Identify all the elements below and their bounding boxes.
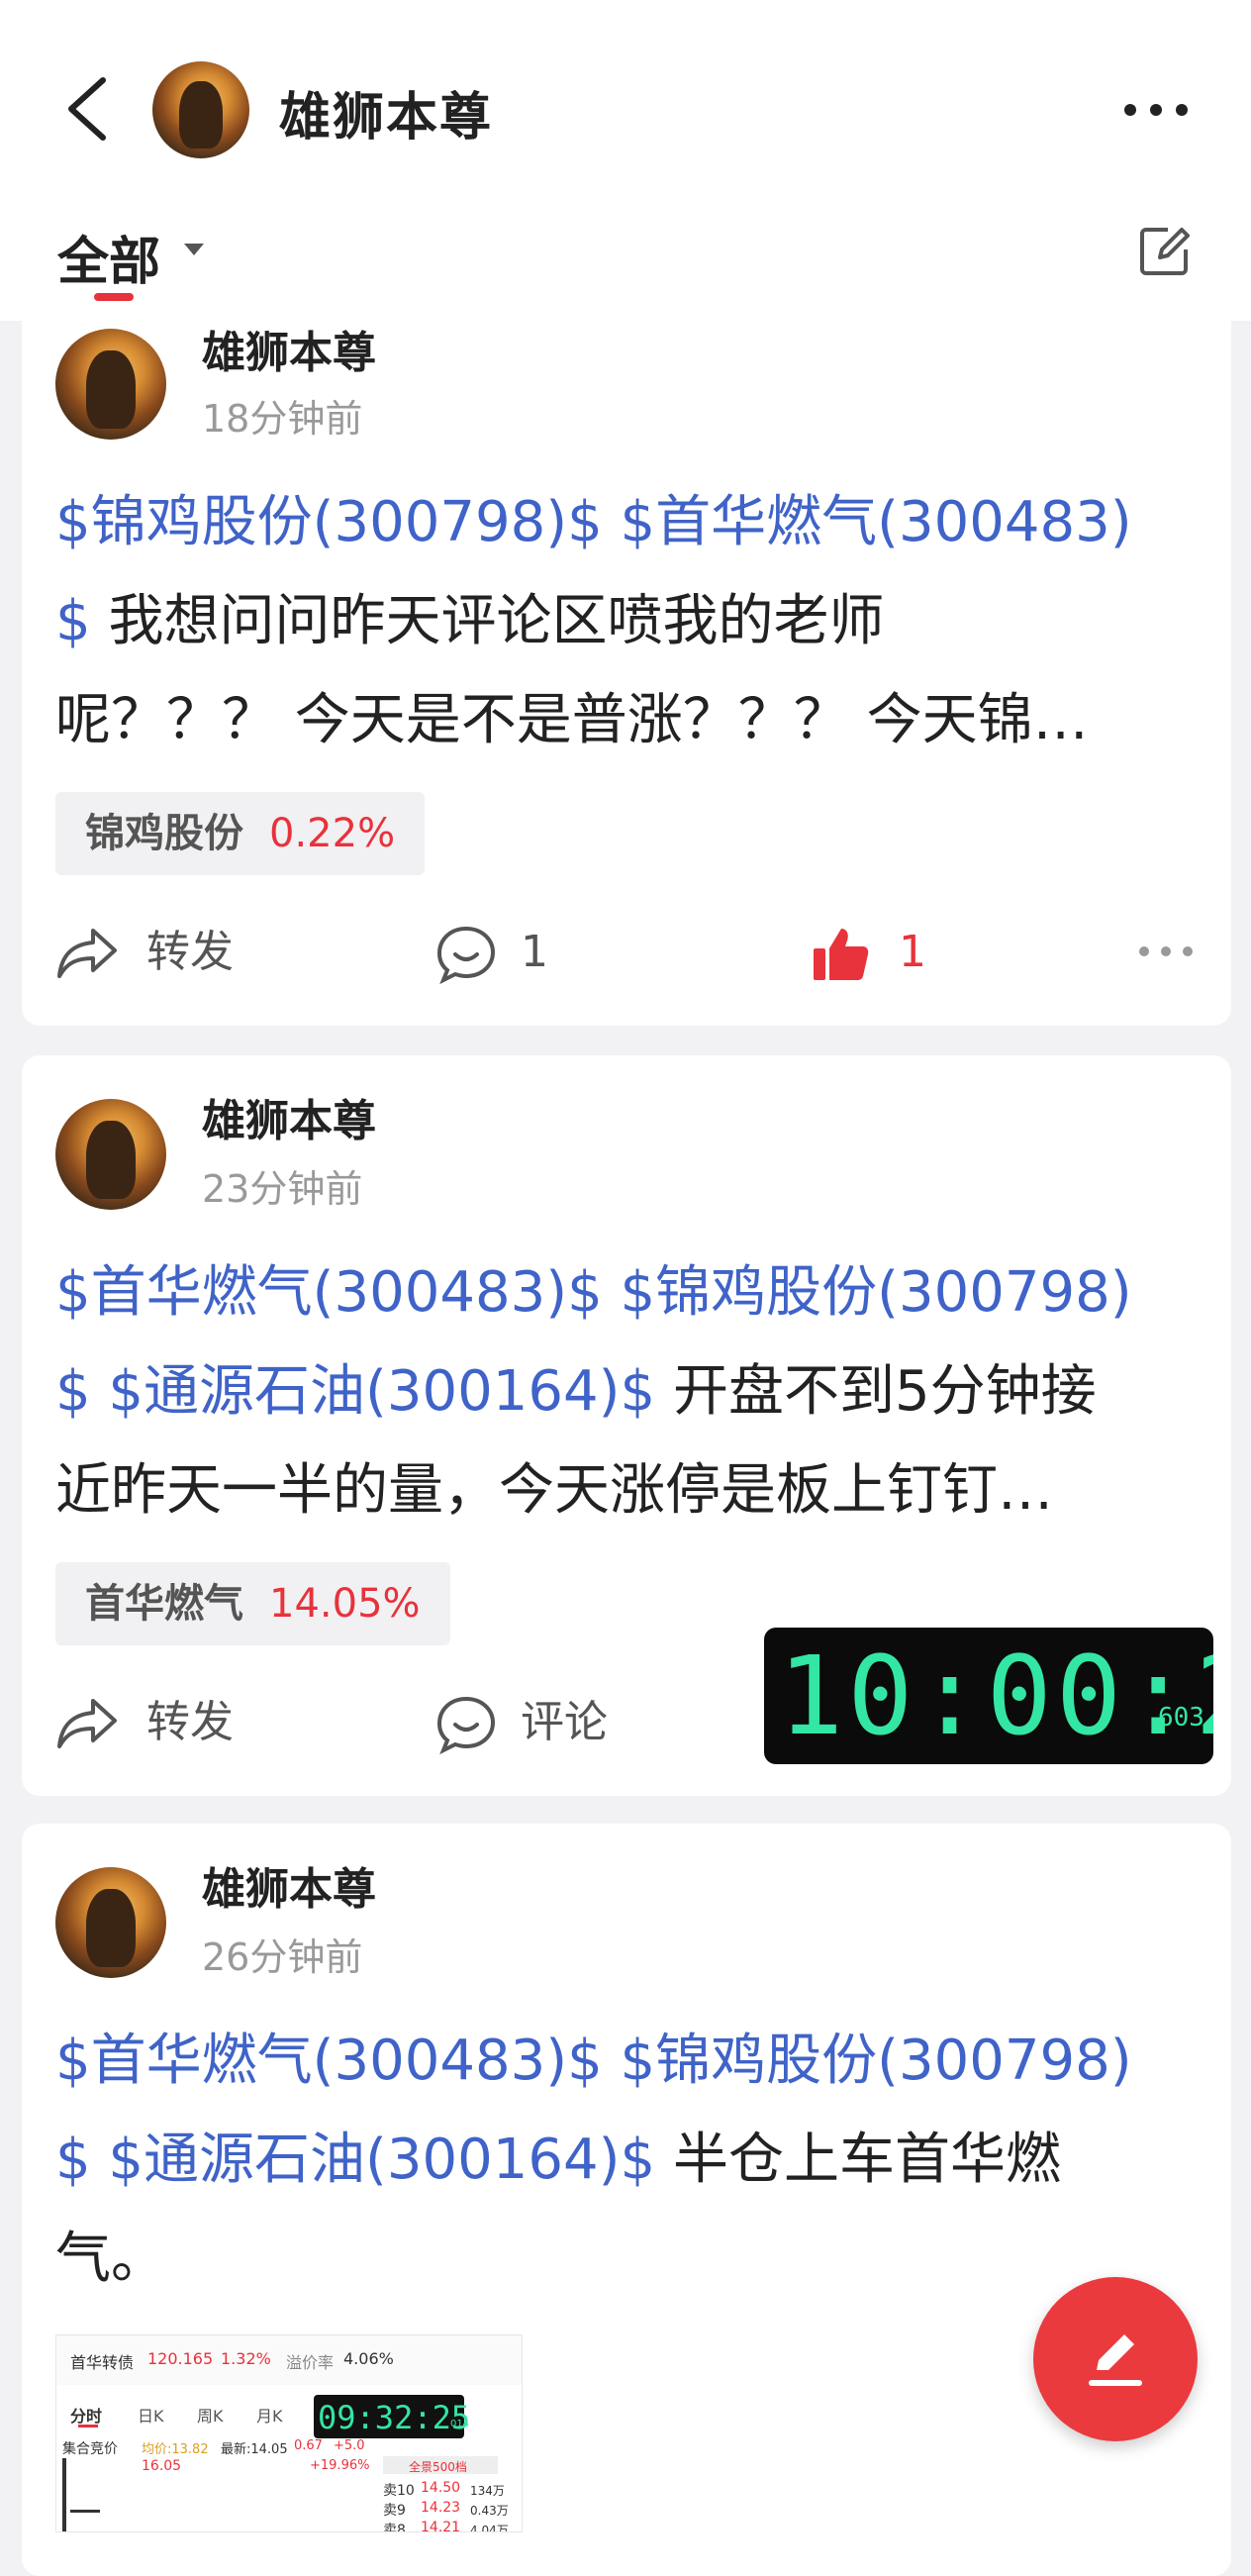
thumb-ask-price: 14.21 bbox=[421, 2520, 461, 2532]
thumb-chg-pct: +5.0 bbox=[334, 2438, 365, 2453]
thumb-clock-small: 014 bbox=[450, 2419, 470, 2429]
post-image[interactable]: 首华转债 120.165 1.32% 溢价率 4.06% 分时 日K 周K 月K… bbox=[55, 2334, 523, 2532]
stock-link[interactable]: $ $通源石油(300164)$ bbox=[55, 2128, 655, 2192]
stock-tag[interactable]: 首华燃气 14.05% bbox=[55, 1562, 450, 1645]
clock-overlay: 10:00:20 603 bbox=[764, 1628, 1213, 1764]
post-text: 气。 bbox=[55, 2227, 166, 2291]
thumb-ask-price: 14.23 bbox=[421, 2500, 461, 2516]
tag-stock-name: 锦鸡股份 bbox=[85, 811, 243, 856]
filter-dropdown[interactable]: 全部 bbox=[57, 220, 160, 294]
thumb-latest: 最新:14.05 bbox=[221, 2442, 288, 2457]
thumb-ask-vol: 0.43万 bbox=[470, 2504, 509, 2518]
thumb-ask-vol: 4.04万 bbox=[470, 2524, 509, 2532]
thumb-tab: 日K bbox=[138, 2407, 164, 2426]
stock-link[interactable]: $ $通源石油(300164)$ bbox=[55, 1359, 655, 1424]
post-text: 近昨天一半的量，今天涨停是板上钉钉… bbox=[55, 1458, 1053, 1523]
thumb-tab: 周K bbox=[197, 2407, 224, 2426]
author-name[interactable]: 雄狮本尊 bbox=[202, 1085, 376, 1148]
post-body[interactable]: $首华燃气(300483)$ $锦鸡股份(300798) $ $通源石油(300… bbox=[55, 1243, 1203, 1540]
avatar[interactable] bbox=[55, 1867, 166, 1978]
thumb-premium: 4.06% bbox=[343, 2349, 394, 2368]
pencil-icon bbox=[1089, 2334, 1142, 2386]
repost-button[interactable]: 转发 bbox=[55, 1693, 253, 1752]
post-time: 23分钟前 bbox=[202, 1167, 363, 1211]
post-text: 开盘不到5分钟接 bbox=[655, 1359, 1097, 1424]
post-time: 26分钟前 bbox=[202, 1935, 363, 1979]
more-icon[interactable] bbox=[1120, 99, 1192, 121]
thumb-tab: 月K bbox=[256, 2407, 283, 2426]
share-arrow-icon bbox=[57, 929, 117, 978]
thumb-pct: 1.32% bbox=[221, 2349, 271, 2368]
like-button[interactable]: 1 bbox=[810, 923, 958, 982]
thumbs-up-icon bbox=[814, 929, 869, 980]
comment-icon bbox=[436, 1696, 496, 1754]
thumb-chg: 0.67 bbox=[294, 2438, 323, 2453]
stock-link[interactable]: $锦鸡股份(300798)$ $首华燃气(300483) bbox=[55, 490, 1132, 554]
avatar[interactable] bbox=[152, 61, 249, 158]
thumb-auction: 集合竞价 bbox=[62, 2441, 118, 2457]
post-text: 半仓上车首华燃 bbox=[655, 2128, 1061, 2192]
clock-small-digits: 603 bbox=[1158, 1703, 1204, 1733]
share-arrow-icon bbox=[57, 1699, 117, 1748]
back-arrow-icon[interactable] bbox=[59, 74, 119, 144]
comment-icon bbox=[436, 926, 496, 984]
thumb-ask-vol: 134万 bbox=[470, 2484, 505, 2498]
caret-down-icon[interactable] bbox=[182, 242, 206, 257]
thumb-stock-name: 首华转债 bbox=[70, 2353, 135, 2372]
thumb-ask-label: 卖9 bbox=[383, 2503, 406, 2519]
post-body[interactable]: $首华燃气(300483)$ $锦鸡股份(300798) $ $通源石油(300… bbox=[55, 2012, 1203, 2309]
stock-link[interactable]: $首华燃气(300483)$ $锦鸡股份(300798) bbox=[55, 2029, 1132, 2093]
thumb-ask-label: 卖10 bbox=[383, 2483, 415, 2499]
thumb-depth-label: 全景500档 bbox=[409, 2460, 467, 2474]
avatar[interactable] bbox=[55, 1099, 166, 1210]
stock-tag[interactable]: 锦鸡股份 0.22% bbox=[55, 792, 426, 875]
thumb-tab: 分时 bbox=[70, 2407, 103, 2426]
post-body[interactable]: $锦鸡股份(300798)$ $首华燃气(300483) $ 我想问问昨天评论区… bbox=[55, 473, 1203, 770]
top-bar: 雄狮本尊 全部 bbox=[0, 0, 1251, 321]
tag-stock-name: 首华燃气 bbox=[85, 1581, 243, 1627]
post-time: 18分钟前 bbox=[202, 397, 363, 441]
author-name[interactable]: 雄狮本尊 bbox=[202, 1853, 376, 1917]
thumb-price: 120.165 bbox=[147, 2349, 214, 2368]
page-title: 雄狮本尊 bbox=[279, 88, 494, 148]
comment-button[interactable]: 1 bbox=[435, 923, 584, 984]
thumb-ask-price: 14.50 bbox=[421, 2480, 461, 2496]
post-card[interactable]: 雄狮本尊 18分钟前 $锦鸡股份(300798)$ $首华燃气(300483) … bbox=[22, 267, 1231, 1026]
thumb-avg: 均价:13.82 bbox=[142, 2442, 209, 2457]
thumb-high: 16.05 bbox=[142, 2458, 182, 2474]
tag-change-pct: 0.22% bbox=[269, 811, 396, 856]
thumb-clock-time: 09:32:25 bbox=[318, 2399, 471, 2436]
author-name[interactable]: 雄狮本尊 bbox=[202, 317, 376, 380]
tag-change-pct: 14.05% bbox=[269, 1581, 421, 1627]
thumb-high-pct: +19.96% bbox=[310, 2458, 370, 2473]
clock-time: 10:00:20 bbox=[778, 1633, 1213, 1759]
stock-link[interactable]: $首华燃气(300483)$ $锦鸡股份(300798) bbox=[55, 1260, 1132, 1325]
post-text: 呢？？？ 今天是不是普涨？？？ 今天锦… bbox=[55, 688, 1089, 752]
repost-button[interactable]: 转发 bbox=[55, 923, 253, 982]
active-tab-indicator bbox=[94, 293, 134, 301]
thumb-ask-label: 卖8 bbox=[383, 2523, 406, 2532]
comment-button[interactable]: 评论 bbox=[435, 1693, 633, 1754]
avatar[interactable] bbox=[55, 329, 166, 440]
thumb-premium-label: 溢价率 bbox=[286, 2353, 335, 2372]
edit-icon[interactable] bbox=[1138, 224, 1192, 277]
more-icon[interactable] bbox=[1136, 942, 1196, 960]
post-text: 我想问问昨天评论区喷我的老师 bbox=[90, 589, 885, 653]
stock-link[interactable]: $ bbox=[55, 589, 91, 653]
compose-button[interactable] bbox=[1033, 2277, 1198, 2441]
